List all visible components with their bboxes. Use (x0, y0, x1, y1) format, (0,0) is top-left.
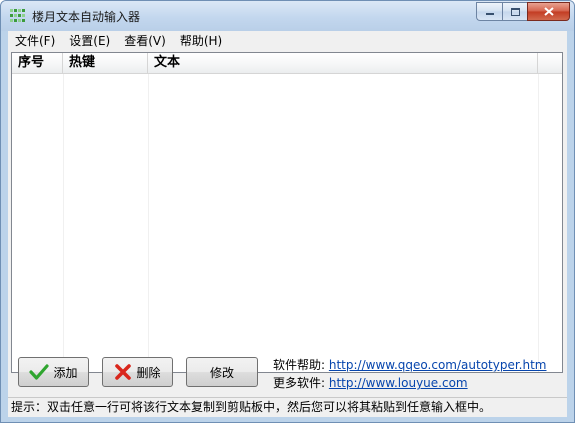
add-button[interactable]: 添加 (18, 357, 89, 387)
help-link-row: 软件帮助: http://www.qqeo.com/autotyper.htm (273, 356, 547, 373)
minimize-icon (485, 13, 494, 15)
hotkey-list[interactable]: 序号 热键 文本 (11, 52, 563, 373)
minimize-button[interactable] (476, 2, 502, 21)
more-software-link[interactable]: http://www.louyue.com (329, 376, 468, 390)
check-icon (29, 364, 50, 380)
menu-view[interactable]: 查看(V) (117, 31, 173, 51)
column-header-index[interactable]: 序号 (12, 53, 63, 73)
client-area: 文件(F) 设置(E) 查看(V) 帮助(H) 序号 热键 文本 添加 删除 修… (8, 31, 567, 417)
title-bar[interactable]: 楼月文本自动输入器 (1, 1, 574, 31)
app-window: 楼月文本自动输入器 文件(F) 设置(E) 查看(V) 帮助(H) 序号 热键 … (0, 0, 575, 423)
menu-bar: 文件(F) 设置(E) 查看(V) 帮助(H) (8, 31, 567, 51)
grid-line (538, 74, 539, 372)
caption-buttons (476, 2, 570, 22)
menu-help[interactable]: 帮助(H) (173, 31, 229, 51)
column-header-hotkey[interactable]: 热键 (63, 53, 148, 73)
more-software-label: 更多软件: (273, 376, 326, 390)
delete-button-label: 删除 (136, 365, 161, 380)
delete-x-icon (115, 364, 132, 380)
edit-button-label: 修改 (209, 365, 234, 380)
grid-line (63, 74, 64, 372)
close-icon (543, 7, 554, 16)
delete-button[interactable]: 删除 (102, 357, 173, 387)
close-button[interactable] (527, 2, 570, 21)
app-logo-icon (10, 9, 26, 23)
list-header: 序号 热键 文本 (12, 53, 562, 74)
add-button-label: 添加 (53, 365, 78, 380)
edit-button[interactable]: 修改 (186, 357, 258, 387)
help-link-label: 软件帮助: (273, 358, 326, 372)
list-body[interactable] (12, 74, 562, 372)
maximize-button[interactable] (502, 2, 527, 21)
menu-file[interactable]: 文件(F) (8, 31, 62, 51)
column-header-filler (538, 53, 562, 73)
grid-line (148, 74, 149, 372)
more-software-row: 更多软件: http://www.louyue.com (273, 374, 468, 391)
status-bar: 提示：双击任意一行可将该行文本复制到剪贴板中，然后您可以将其粘贴到任意输入框中。 (8, 397, 567, 417)
column-header-text[interactable]: 文本 (148, 53, 538, 73)
maximize-icon (510, 7, 520, 16)
help-link[interactable]: http://www.qqeo.com/autotyper.htm (329, 358, 547, 372)
menu-settings[interactable]: 设置(E) (62, 31, 117, 51)
window-title: 楼月文本自动输入器 (32, 10, 141, 24)
